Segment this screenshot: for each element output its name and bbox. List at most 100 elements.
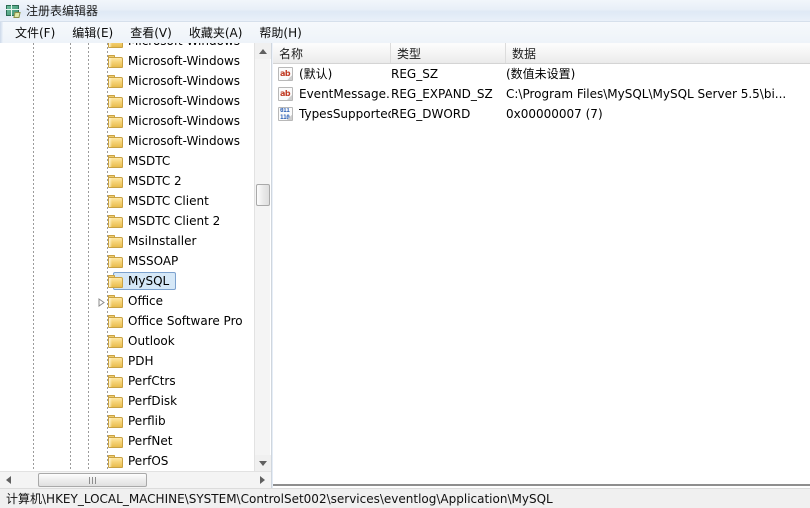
tree-guide-line — [70, 231, 71, 251]
tree-hscroll-thumb[interactable] — [38, 473, 147, 487]
tree-guide-line — [33, 371, 34, 391]
regedit-icon — [5, 3, 21, 19]
tree-item-label: MSDTC — [128, 154, 171, 168]
string-value-icon: ab — [278, 67, 293, 81]
registry-values-pane: 名称 类型 数据 ab (默认) REG_SZ (数值未设置) ab EventMessa… — [273, 43, 810, 488]
tree-guide-line — [33, 111, 34, 131]
tree-guide-line — [70, 451, 71, 471]
value-row[interactable]: ab EventMessage... REG_EXPAND_SZ C:\Program… — [273, 84, 810, 104]
tree-item-microsoft-windows[interactable]: Microsoft-Windows — [0, 111, 243, 131]
tree-horizontal-scrollbar[interactable] — [0, 471, 271, 488]
tree-item-perfdisk[interactable]: PerfDisk — [0, 391, 243, 411]
scroll-down-arrow-icon[interactable] — [255, 455, 271, 471]
tree-item-office[interactable]: Office — [0, 291, 243, 311]
tree-guide-line — [33, 91, 34, 111]
tree-item-perflib[interactable]: Perflib — [0, 411, 243, 431]
registry-editor-window: 注册表编辑器 文件(F) 编辑(E) 查看(V) 收藏夹(A) 帮助(H) Mi… — [0, 0, 810, 508]
folder-icon — [108, 434, 123, 448]
tree-guide-line — [70, 291, 71, 311]
tree-item-msdtc-client-2[interactable]: MSDTC Client 2 — [0, 211, 243, 231]
folder-icon — [108, 74, 123, 88]
folder-icon — [108, 414, 123, 428]
menu-help[interactable]: 帮助(H) — [251, 24, 310, 42]
folder-icon — [108, 154, 123, 168]
menu-bar: 文件(F) 编辑(E) 查看(V) 收藏夹(A) 帮助(H) — [0, 22, 810, 43]
tree-guide-line — [33, 191, 34, 211]
tree-item-msiinstaller[interactable]: MsiInstaller — [0, 231, 243, 251]
folder-icon — [108, 274, 123, 288]
tree-guide-line — [33, 311, 34, 331]
value-name: (默认) — [299, 67, 333, 81]
folder-icon — [108, 114, 123, 128]
folder-icon — [108, 454, 123, 468]
menu-favorites[interactable]: 收藏夹(A) — [181, 24, 252, 42]
column-header-name[interactable]: 名称 — [273, 43, 391, 63]
tree-item-label: PDH — [128, 354, 154, 368]
tree-viewport[interactable]: Microsoft-Windows Microsoft-Windows Micros… — [0, 43, 255, 471]
tree-item-microsoft-windows[interactable]: Microsoft-Windows — [0, 131, 243, 151]
tree-guide-line — [33, 251, 34, 271]
tree-guide-line — [70, 391, 71, 411]
tree-item-microsoft-windows[interactable]: Microsoft-Windows — [0, 43, 243, 51]
scroll-up-arrow-icon[interactable] — [255, 43, 271, 59]
tree-guide-line — [33, 331, 34, 351]
registry-tree-pane: Microsoft-Windows Microsoft-Windows Micros… — [0, 43, 272, 488]
binary-value-icon: 011 110 — [278, 107, 293, 121]
tree-item-microsoft-windows[interactable]: Microsoft-Windows — [0, 91, 243, 111]
tree-item-label: MySQL — [128, 274, 170, 288]
column-header-data[interactable]: 数据 — [506, 43, 810, 63]
list-column-headers: 名称 类型 数据 — [273, 43, 810, 64]
tree-guide-line — [33, 171, 34, 191]
tree-guide-line — [70, 43, 71, 51]
tree-guide-line — [70, 91, 71, 111]
tree-guide-line — [88, 371, 89, 391]
folder-icon — [108, 174, 123, 188]
tree-item-label: Microsoft-Windows — [128, 114, 241, 128]
tree-item-office-software-pro[interactable]: Office Software Pro — [0, 311, 243, 331]
folder-icon — [108, 54, 123, 68]
tree-guide-line — [33, 351, 34, 371]
tree-item-msdtc-client[interactable]: MSDTC Client — [0, 191, 243, 211]
tree-item-microsoft-windows[interactable]: Microsoft-Windows — [0, 71, 243, 91]
menu-file[interactable]: 文件(F) — [7, 24, 64, 42]
title-bar: 注册表编辑器 — [0, 0, 810, 22]
tree-guide-line — [88, 191, 89, 211]
tree-guide-line — [70, 251, 71, 271]
folder-icon — [108, 254, 123, 268]
tree-guide-line — [33, 391, 34, 411]
expand-triangle-icon[interactable] — [98, 296, 105, 307]
tree-guide-line — [70, 351, 71, 371]
tree-item-mysql[interactable]: MySQL — [0, 271, 243, 291]
tree-item-label: Office Software Pro — [128, 314, 243, 328]
tree-guide-line — [33, 151, 34, 171]
menu-view[interactable]: 查看(V) — [122, 24, 181, 42]
tree-vertical-scrollbar[interactable] — [254, 43, 271, 471]
scroll-left-arrow-icon[interactable] — [0, 472, 17, 488]
column-header-type[interactable]: 类型 — [391, 43, 506, 63]
tree-guide-line — [88, 411, 89, 431]
tree-guide-line — [33, 451, 34, 471]
tree-item-label: MSDTC 2 — [128, 174, 182, 188]
tree-item-outlook[interactable]: Outlook — [0, 331, 243, 351]
value-name: TypesSupported — [299, 107, 391, 121]
value-row[interactable]: ab (默认) REG_SZ (数值未设置) — [273, 64, 810, 84]
tree-guide-line — [88, 291, 89, 311]
tree-guide-line — [88, 51, 89, 71]
status-path: 计算机\HKEY_LOCAL_MACHINE\SYSTEM\ControlSet… — [6, 492, 553, 506]
tree-item-microsoft-windows[interactable]: Microsoft-Windows — [0, 51, 243, 71]
tree-item-perfos[interactable]: PerfOS — [0, 451, 243, 471]
menu-edit[interactable]: 编辑(E) — [64, 24, 122, 42]
tree-guide-line — [88, 231, 89, 251]
tree-item-msdtc-2[interactable]: MSDTC 2 — [0, 171, 243, 191]
tree-guide-line — [33, 231, 34, 251]
tree-guide-line — [88, 171, 89, 191]
tree-item-msdtc[interactable]: MSDTC — [0, 151, 243, 171]
tree-item-perfctrs[interactable]: PerfCtrs — [0, 371, 243, 391]
tree-item-label: PerfNet — [128, 434, 173, 448]
tree-item-pdh[interactable]: PDH — [0, 351, 243, 371]
tree-item-perfnet[interactable]: PerfNet — [0, 431, 243, 451]
scroll-right-arrow-icon[interactable] — [254, 472, 271, 488]
value-row[interactable]: 011 110 TypesSupported REG_DWORD 0x00000007 … — [273, 104, 810, 124]
tree-item-mssoap[interactable]: MSSOAP — [0, 251, 243, 271]
tree-vscroll-thumb[interactable] — [256, 184, 270, 206]
